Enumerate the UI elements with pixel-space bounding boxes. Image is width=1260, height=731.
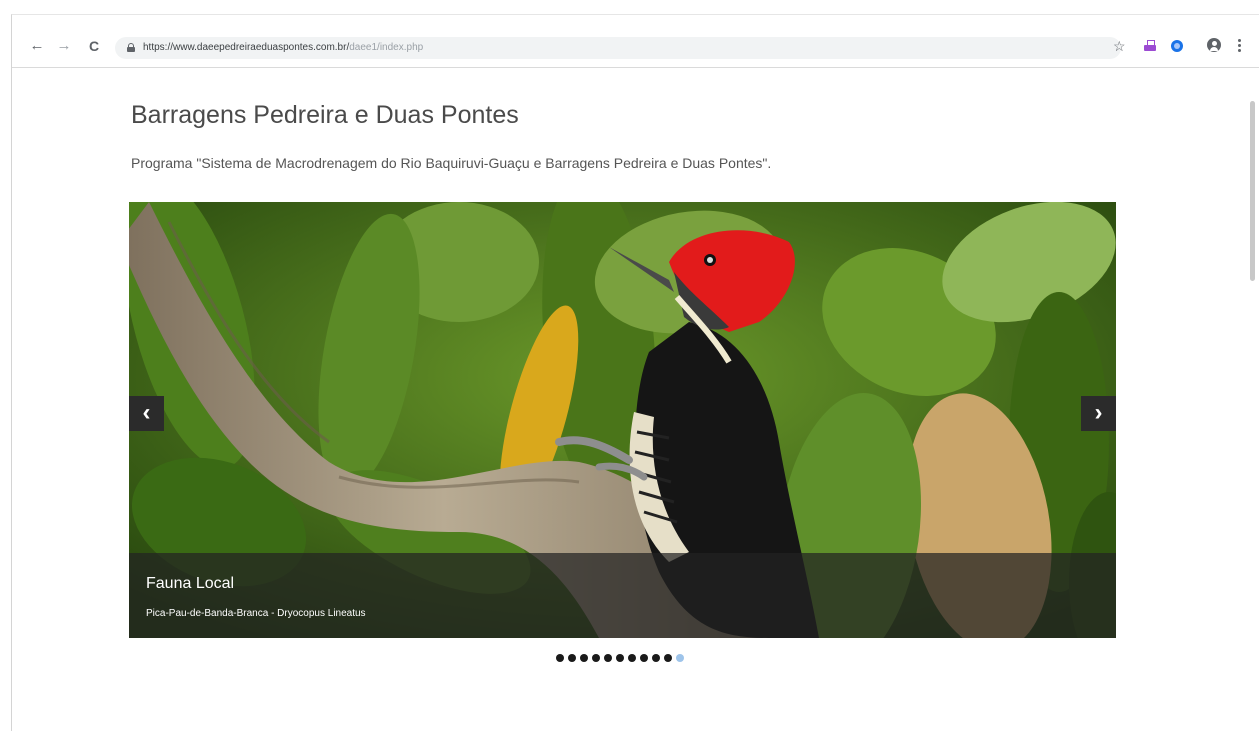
caption-title: Fauna Local	[146, 575, 235, 592]
carousel-prev-button[interactable]: ‹	[129, 396, 164, 431]
carousel-indicator-dot[interactable]	[640, 654, 648, 662]
carousel-indicator-dot[interactable]	[616, 654, 624, 662]
extension-icon[interactable]	[1144, 40, 1156, 52]
url-path: daee1/index.php	[349, 42, 424, 53]
scrollbar[interactable]	[1247, 73, 1259, 731]
caption-text: Pica-Pau-de-Banda-Branca - Dryocopus Lin…	[146, 608, 366, 619]
url-host: https://www.daeepedreiraeduaspontes.com.…	[143, 42, 350, 53]
back-icon[interactable]: ←	[28, 37, 46, 55]
carousel-indicator-dot[interactable]	[556, 654, 564, 662]
carousel-indicator-dot[interactable]	[628, 654, 636, 662]
carousel-indicator-dot[interactable]	[652, 654, 660, 662]
carousel-indicator-dot[interactable]	[580, 654, 588, 662]
carousel-indicator-dot[interactable]	[604, 654, 612, 662]
carousel-indicators	[556, 654, 688, 666]
scrollbar-thumb[interactable]	[1250, 101, 1255, 281]
carousel-next-button[interactable]: ›	[1081, 396, 1116, 431]
menu-icon[interactable]	[1238, 39, 1241, 53]
address-bar[interactable]: https://www.daeepedreiraeduaspontes.com.…	[115, 37, 1121, 59]
browser-toolbar: ← → C https://www.daeepedreiraeduasponte…	[12, 15, 1259, 68]
carousel-indicator-dot[interactable]	[592, 654, 600, 662]
carousel-caption: Fauna Local Pica-Pau-de-Banda-Branca - D…	[129, 553, 1116, 638]
image-carousel: ‹ › Fauna Local Pica-Pau-de-Banda-Branca…	[129, 202, 1116, 638]
account-icon[interactable]	[1207, 38, 1221, 52]
carousel-indicator-dot[interactable]	[664, 654, 672, 662]
reload-icon[interactable]: C	[85, 37, 103, 55]
carousel-indicator-dot[interactable]	[568, 654, 576, 662]
bookmark-star-icon[interactable]: ☆	[1113, 37, 1126, 55]
page-subtitle: Programa "Sistema de Macrodrenagem do Ri…	[131, 155, 772, 171]
extension-icon[interactable]	[1171, 40, 1183, 52]
forward-icon[interactable]: →	[55, 37, 73, 55]
url-text[interactable]: https://www.daeepedreiraeduaspontes.com.…	[143, 42, 423, 53]
page-title: Barragens Pedreira e Duas Pontes	[131, 101, 519, 129]
carousel-indicator-dot[interactable]	[676, 654, 684, 662]
lock-icon	[127, 43, 135, 52]
